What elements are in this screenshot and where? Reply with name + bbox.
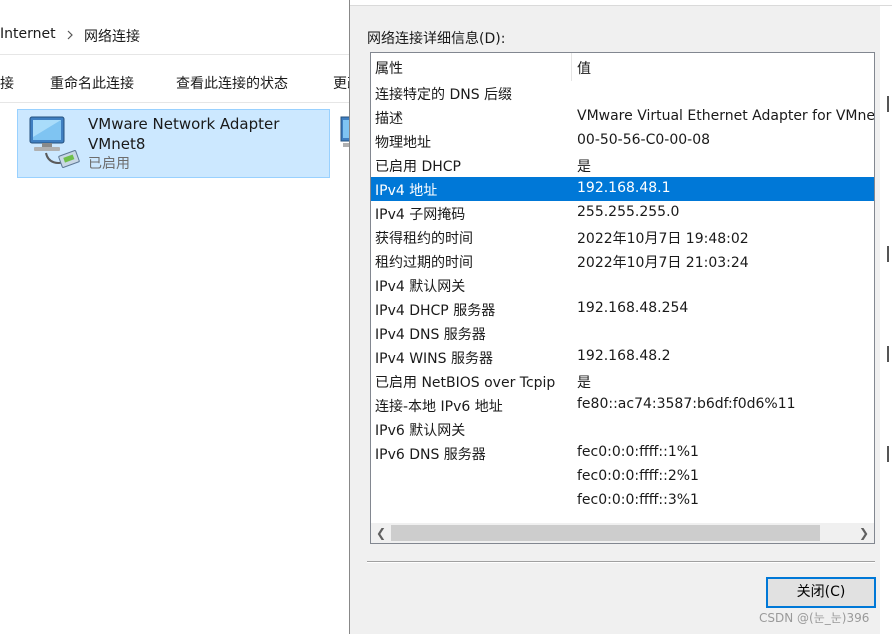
- adapter-item-vmnet8[interactable]: VMware Network Adapter VMnet8 已启用: [17, 109, 330, 178]
- horizontal-scrollbar[interactable]: ❮ ❯: [371, 523, 874, 543]
- table-row[interactable]: 连接特定的 DNS 后缀: [371, 81, 874, 105]
- value-cell: 255.255.255.0: [577, 204, 680, 220]
- command-rename[interactable]: 重命名此连接: [50, 73, 134, 93]
- watermark: CSDN @(눈_눈)396: [759, 611, 870, 625]
- explorer-window: Internet 网络连接 接 重命名此连接 查看此连接的状态 更改: [0, 0, 350, 634]
- edge-mark: [887, 96, 891, 112]
- edge-mark: [887, 346, 891, 362]
- property-cell: 连接-本地 IPv6 地址: [375, 399, 503, 415]
- property-cell: 已启用 DHCP: [375, 159, 461, 175]
- value-cell: 192.168.48.1: [577, 180, 671, 196]
- table-row[interactable]: 连接-本地 IPv6 地址 fe80::ac74:3587:b6df:f0d6%1…: [371, 393, 874, 417]
- table-row[interactable]: IPv4 子网掩码 255.255.255.0: [371, 201, 874, 225]
- table-row[interactable]: IPv4 WINS 服务器 192.168.48.2: [371, 345, 874, 369]
- column-header-property[interactable]: 属性: [375, 58, 403, 78]
- command-change[interactable]: 更改: [333, 73, 350, 93]
- table-row[interactable]: 获得租约的时间 2022年10月7日 19:48:02: [371, 225, 874, 249]
- scroll-right-icon[interactable]: ❯: [854, 523, 874, 543]
- command-view-status[interactable]: 查看此连接的状态: [176, 73, 288, 93]
- property-cell: IPv6 默认网关: [375, 423, 466, 439]
- network-connection-details-dialog: 网络连接详细信息(D): 属性 值 连接特定的 DNS 后缀 描述 VMware V…: [349, 0, 892, 634]
- column-divider[interactable]: [571, 53, 572, 81]
- value-cell: fec0:0:0:ffff::3%1: [577, 492, 699, 508]
- close-button[interactable]: 关闭(C): [766, 577, 876, 608]
- value-cell: fec0:0:0:ffff::2%1: [577, 468, 699, 484]
- value-cell: 192.168.48.254: [577, 300, 689, 316]
- value-cell: 是: [577, 159, 591, 175]
- command-bar: 接 重命名此连接 查看此连接的状态 更改: [0, 55, 350, 103]
- table-row[interactable]: IPv6 DNS 服务器 fec0:0:0:ffff::1%1: [371, 441, 874, 465]
- scroll-left-icon[interactable]: ❮: [371, 523, 391, 543]
- adapter-name: VMware Network Adapter: [88, 115, 280, 133]
- command-connect[interactable]: 接: [0, 73, 14, 93]
- value-cell: 2022年10月7日 19:48:02: [577, 231, 749, 247]
- scrollbar-thumb[interactable]: [391, 525, 820, 541]
- breadcrumb-internet[interactable]: Internet: [0, 26, 56, 42]
- value-cell: VMware Virtual Ethernet Adapter for VMne…: [577, 108, 874, 124]
- breadcrumb-network-connections[interactable]: 网络连接: [84, 26, 140, 46]
- dialog-title-edge: [350, 0, 892, 6]
- table-row[interactable]: IPv6 默认网关: [371, 417, 874, 441]
- background-window-edge: [880, 6, 892, 634]
- value-cell: 2022年10月7日 21:03:24: [577, 255, 749, 271]
- dialog-divider: [367, 561, 875, 563]
- property-cell: IPv4 地址: [375, 183, 438, 199]
- table-row[interactable]: 已启用 DHCP 是: [371, 153, 874, 177]
- table-row[interactable]: 描述 VMware Virtual Ethernet Adapter for VM…: [371, 105, 874, 129]
- table-row[interactable]: fec0:0:0:ffff::2%1: [371, 465, 874, 489]
- table-row[interactable]: IPv4 地址 192.168.48.1: [371, 177, 874, 201]
- value-cell: fec0:0:0:ffff::1%1: [577, 444, 699, 460]
- edge-mark: [887, 446, 891, 462]
- property-cell: IPv6 DNS 服务器: [375, 447, 486, 463]
- details-rows: 连接特定的 DNS 后缀 描述 VMware Virtual Ethernet Ad…: [371, 81, 874, 513]
- value-cell: 192.168.48.2: [577, 348, 671, 364]
- property-cell: 已启用 NetBIOS over Tcpip: [375, 375, 556, 391]
- property-cell: 租约过期的时间: [375, 255, 473, 271]
- property-cell: IPv4 DNS 服务器: [375, 327, 486, 343]
- address-bar[interactable]: Internet 网络连接: [0, 0, 350, 55]
- details-label: 网络连接详细信息(D):: [367, 31, 506, 47]
- column-header-value[interactable]: 值: [577, 58, 591, 78]
- property-cell: IPv4 默认网关: [375, 279, 466, 295]
- table-row[interactable]: 已启用 NetBIOS over Tcpip 是: [371, 369, 874, 393]
- table-row[interactable]: IPv4 默认网关: [371, 273, 874, 297]
- property-cell: 物理地址: [375, 135, 431, 151]
- table-row[interactable]: 物理地址 00-50-56-C0-00-08: [371, 129, 874, 153]
- value-cell: fe80::ac74:3587:b6df:f0d6%11: [577, 396, 796, 412]
- property-cell: 描述: [375, 111, 403, 127]
- table-row[interactable]: IPv4 DNS 服务器: [371, 321, 874, 345]
- adapter-status: 已启用: [88, 156, 130, 172]
- network-adapter-icon: [29, 116, 80, 168]
- edge-mark: [887, 246, 891, 262]
- value-cell: 是: [577, 375, 591, 391]
- table-row[interactable]: 租约过期的时间 2022年10月7日 21:03:24: [371, 249, 874, 273]
- property-cell: IPv4 DHCP 服务器: [375, 303, 496, 319]
- table-row[interactable]: fec0:0:0:ffff::3%1: [371, 489, 874, 513]
- adapter-device-name: VMnet8: [88, 135, 146, 153]
- property-cell: 获得租约的时间: [375, 231, 473, 247]
- details-listview[interactable]: 属性 值 连接特定的 DNS 后缀 描述 VMware Virtual Ethern…: [370, 52, 875, 544]
- chevron-right-icon: [67, 30, 73, 40]
- table-row[interactable]: IPv4 DHCP 服务器 192.168.48.254: [371, 297, 874, 321]
- property-cell: 连接特定的 DNS 后缀: [375, 87, 513, 103]
- screen: Internet 网络连接 接 重命名此连接 查看此连接的状态 更改: [0, 0, 892, 634]
- list-header: 属性 值: [371, 53, 874, 81]
- value-cell: 00-50-56-C0-00-08: [577, 132, 711, 148]
- property-cell: IPv4 WINS 服务器: [375, 351, 493, 367]
- property-cell: IPv4 子网掩码: [375, 207, 466, 223]
